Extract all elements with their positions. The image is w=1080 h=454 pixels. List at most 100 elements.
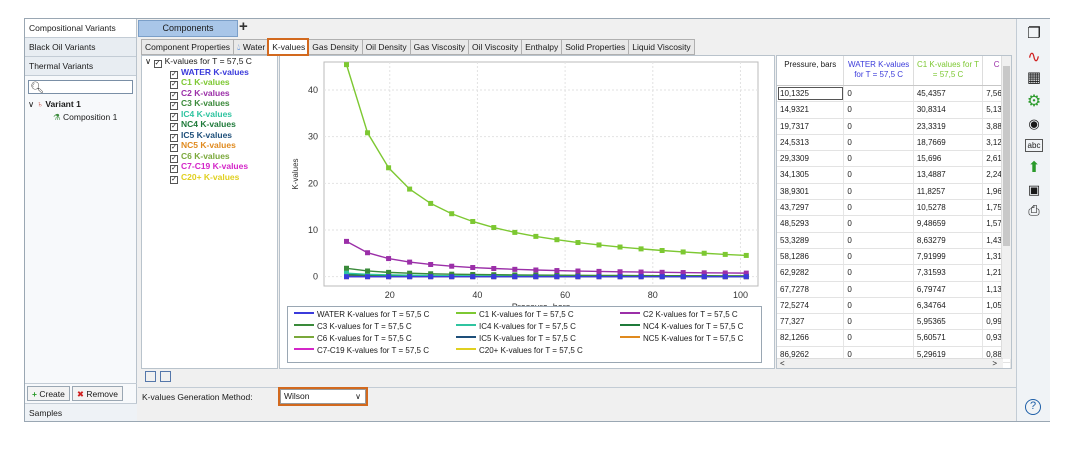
table-row[interactable]: 10,1325 0 45,4357 7,56 — [777, 86, 1011, 103]
table-row[interactable]: 82,1266 0 5,60571 0,93 — [777, 330, 1011, 347]
abc-icon[interactable]: abc — [1025, 139, 1043, 152]
tree-item[interactable]: ✓ C7-C19 K-values — [142, 161, 277, 173]
tree-item[interactable]: ✓ C2 K-values — [142, 88, 277, 100]
table-cell[interactable]: 77,327 — [777, 314, 845, 330]
table-cell[interactable]: 82,1266 — [777, 330, 845, 346]
table-cell[interactable]: 7,31593 — [914, 265, 984, 281]
tab-solid-properties[interactable]: Solid Properties — [561, 39, 629, 55]
table-cell[interactable]: 13,4887 — [914, 167, 984, 183]
tab-gas-density[interactable]: Gas Density — [308, 39, 362, 55]
table-cell[interactable]: 0 — [844, 297, 914, 314]
table-cell[interactable]: 0 — [844, 281, 914, 297]
table-row[interactable]: 67,7278 0 6,79747 1,13 — [777, 281, 1011, 298]
table-cell[interactable]: 7,91999 — [914, 248, 984, 265]
column-header[interactable]: WATER K-values for T = 57,5 C — [844, 56, 914, 85]
tab-liquid-viscosity[interactable]: Liquid Viscosity — [628, 39, 695, 55]
chevron-down-icon[interactable]: ∨ — [28, 99, 34, 109]
table-cell[interactable]: 0 — [844, 330, 914, 346]
table-cell[interactable]: 43,7297 — [777, 200, 845, 216]
tree-item[interactable]: ✓ C6 K-values — [142, 151, 277, 163]
table-cell[interactable]: 0 — [844, 134, 914, 151]
tab-compositional-variants[interactable]: Compositional Variants — [25, 19, 136, 38]
table-cell[interactable]: 24,5313 — [777, 134, 845, 151]
tab-black-oil-variants[interactable]: Black Oil Variants — [25, 38, 136, 57]
table-cell[interactable]: 18,7669 — [914, 134, 984, 151]
tree-root[interactable]: ∨ ✓ K-values for T = 57,5 C — [142, 56, 277, 68]
tab-gas-viscosity[interactable]: Gas Viscosity — [409, 39, 468, 55]
tab-enthalpy[interactable]: Enthalpy — [521, 39, 562, 55]
checkbox[interactable]: ✓ — [170, 175, 178, 184]
table-cell[interactable]: 0 — [844, 167, 914, 183]
tab-thermal-variants[interactable]: Thermal Variants — [25, 57, 136, 76]
tab-component-properties[interactable]: Component Properties — [141, 39, 234, 55]
table-icon[interactable]: ▦ — [1025, 69, 1043, 87]
table-cell[interactable]: 6,34764 — [914, 297, 984, 314]
tree-item[interactable]: ✓ NC4 K-values — [142, 119, 277, 131]
table-cell[interactable]: 0 — [844, 183, 914, 200]
table-cell[interactable]: 5,60571 — [914, 330, 984, 346]
table-cell[interactable]: 0 — [844, 118, 914, 134]
table-cell[interactable]: 0 — [844, 151, 914, 167]
gear-icon[interactable]: ⚙ — [1025, 93, 1043, 111]
table-cell[interactable]: 11,8257 — [914, 183, 984, 200]
create-button[interactable]: + Create — [27, 386, 70, 401]
table-cell[interactable]: 15,696 — [914, 151, 984, 167]
table-cell[interactable]: 0 — [844, 200, 914, 216]
remove-button[interactable]: ✖ Remove — [71, 386, 124, 401]
help-icon[interactable]: ? — [1025, 399, 1041, 415]
variant-node[interactable]: ∨ ♄ Variant 1 — [25, 98, 136, 111]
tab-water[interactable]: 💧︎ Water — [233, 39, 269, 55]
table-cell[interactable]: 53,3289 — [777, 232, 845, 248]
table-cell[interactable]: 0 — [844, 216, 914, 232]
table-row[interactable]: 38,9301 0 11,8257 1,96 — [777, 183, 1011, 201]
method-select[interactable]: Wilson ∨ — [278, 387, 368, 406]
table-cell[interactable]: 0 — [844, 102, 914, 118]
tab-oil-density[interactable]: Oil Density — [361, 39, 410, 55]
copy-icon[interactable] — [160, 371, 171, 382]
table-cell[interactable]: 67,7278 — [777, 281, 845, 297]
table-row[interactable]: 14,9321 0 30,8314 5,13 — [777, 102, 1011, 119]
column-header[interactable]: Pressure, bars — [777, 56, 845, 85]
table-cell[interactable]: 34,1305 — [777, 167, 845, 183]
table-row[interactable]: 43,7297 0 10,5278 1,75 — [777, 200, 1011, 217]
tree-item[interactable]: ✓ C20+ K-values — [142, 172, 277, 184]
table-cell[interactable]: 29,3309 — [777, 151, 845, 167]
table-cell[interactable]: 45,4357 — [914, 86, 984, 102]
tree-item[interactable]: ✓ C1 K-values — [142, 77, 277, 89]
table-row[interactable]: 34,1305 0 13,4887 2,24 — [777, 167, 1011, 184]
table-row[interactable]: 29,3309 0 15,696 2,61 — [777, 151, 1011, 168]
table-row[interactable]: 48,5293 0 9,48659 1,57 — [777, 216, 1011, 233]
check-all-icon[interactable] — [145, 371, 156, 382]
table-cell[interactable]: 58,1286 — [777, 248, 845, 265]
chevron-down-icon[interactable]: ∨ — [145, 56, 151, 66]
table-cell[interactable]: 0 — [844, 314, 914, 330]
table-cell[interactable]: 14,9321 — [777, 102, 845, 118]
samples-tab[interactable]: Samples — [25, 403, 137, 421]
table-cell[interactable]: 8,63279 — [914, 232, 984, 248]
table-cell[interactable]: 0 — [844, 248, 914, 265]
table-cell[interactable]: 72,5274 — [777, 297, 845, 314]
tree-item[interactable]: ✓ NC5 K-values — [142, 140, 277, 152]
search-input[interactable]: 🔍︎ — [28, 80, 133, 94]
table-row[interactable]: 19,7317 0 23,3319 3,88 — [777, 118, 1011, 135]
chart-icon[interactable]: ∿ — [1025, 49, 1043, 67]
table-cell[interactable]: 19,7317 — [777, 118, 845, 134]
add-tab-button[interactable]: + — [239, 18, 248, 35]
tree-item[interactable]: ✓ IC5 K-values — [142, 130, 277, 142]
tab-k-values[interactable]: K-values — [267, 38, 310, 56]
table-row[interactable]: 24,5313 0 18,7669 3,12 — [777, 134, 1011, 152]
table-cell[interactable]: 5,95365 — [914, 314, 984, 330]
table-cell[interactable]: 10,5278 — [914, 200, 984, 216]
table-row[interactable]: 58,1286 0 7,91999 1,31 — [777, 248, 1011, 266]
table-cell[interactable]: 0 — [844, 86, 914, 102]
table-cell[interactable]: 0 — [844, 232, 914, 248]
horizontal-scrollbar[interactable]: < > — [777, 358, 1003, 368]
table-cell[interactable]: 10,1325 — [777, 86, 845, 102]
tree-item[interactable]: ✓ IC4 K-values — [142, 109, 277, 121]
table-cell[interactable]: 9,48659 — [914, 216, 984, 232]
tab-components[interactable]: Components — [138, 20, 238, 37]
table-row[interactable]: 62,9282 0 7,31593 1,21 — [777, 265, 1011, 282]
table-cell[interactable]: 30,8314 — [914, 102, 984, 118]
table-cell[interactable]: 62,9282 — [777, 265, 845, 281]
window-icon[interactable]: ❐ — [1025, 25, 1043, 43]
